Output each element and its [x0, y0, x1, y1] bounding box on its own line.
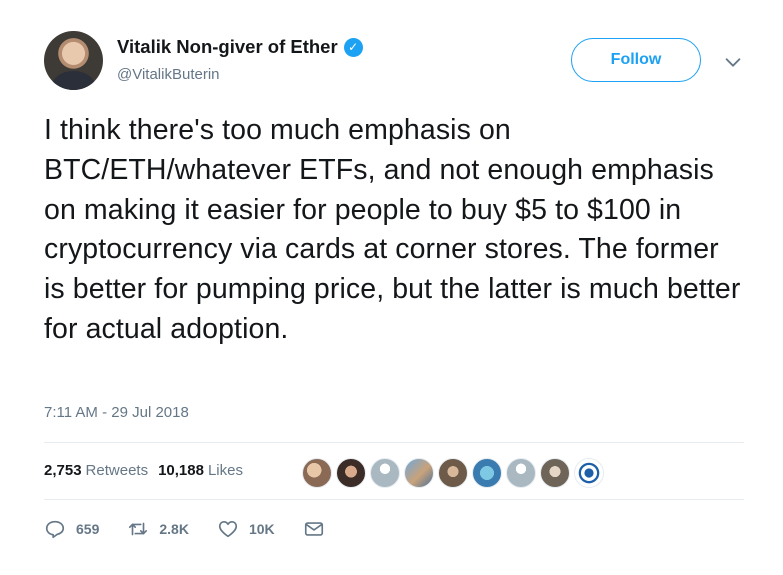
divider-top	[44, 442, 744, 443]
liker-avatar[interactable]	[404, 458, 434, 488]
tweet-text: I think there's too much emphasis on BTC…	[44, 114, 741, 345]
likes-stat[interactable]: 10,188 Likes	[158, 462, 243, 479]
verified-badge-icon: ✓	[343, 37, 363, 57]
liker-avatar[interactable]	[472, 458, 502, 488]
liker-avatar[interactable]	[336, 458, 366, 488]
author-name-row: Vitalik Non-giver of Ether ✓	[117, 36, 363, 58]
avatar-shirt	[52, 71, 95, 90]
heart-icon	[218, 521, 238, 538]
retweets-count: 2,753	[44, 462, 82, 479]
avatar[interactable]	[44, 31, 103, 90]
liker-avatar[interactable]	[370, 458, 400, 488]
follow-button[interactable]: Follow	[571, 38, 701, 82]
reply-count: 659	[76, 521, 100, 537]
chevron-down-icon[interactable]	[722, 51, 744, 73]
retweet-icon	[129, 522, 148, 536]
retweet-button[interactable]: 2.8K	[127, 518, 189, 540]
likes-count: 10,188	[158, 462, 204, 479]
coin-logo-icon	[578, 462, 600, 484]
reply-icon	[45, 520, 65, 539]
envelope-icon	[304, 522, 323, 536]
divider-bottom	[44, 499, 744, 500]
liker-avatar[interactable]	[506, 458, 536, 488]
liker-avatar[interactable]	[302, 458, 332, 488]
author-handle[interactable]: @VitalikButerin	[117, 66, 220, 83]
direct-message-button[interactable]	[303, 518, 325, 540]
tweet-timestamp[interactable]: 7:11 AM - 29 Jul 2018	[44, 404, 189, 421]
like-button[interactable]: 10K	[217, 518, 275, 540]
tweet-actions: 659 2.8K 10K	[44, 518, 353, 540]
retweets-label: Retweets	[85, 462, 149, 479]
liker-avatar[interactable]	[574, 458, 604, 488]
like-count: 10K	[248, 521, 275, 537]
author-display-name[interactable]: Vitalik Non-giver of Ether	[117, 36, 338, 58]
liker-avatar[interactable]	[540, 458, 570, 488]
tweet-stats: 2,753 Retweets 10,188 Likes	[44, 462, 253, 479]
likes-label: Likes	[207, 462, 243, 479]
likers-avatar-list	[302, 458, 608, 488]
reply-button[interactable]: 659	[44, 518, 99, 540]
tweet-card: Vitalik Non-giver of Ether ✓ @VitalikBut…	[0, 0, 783, 575]
retweets-stat[interactable]: 2,753 Retweets	[44, 462, 148, 479]
liker-avatar[interactable]	[438, 458, 468, 488]
retweet-count: 2.8K	[159, 521, 189, 537]
